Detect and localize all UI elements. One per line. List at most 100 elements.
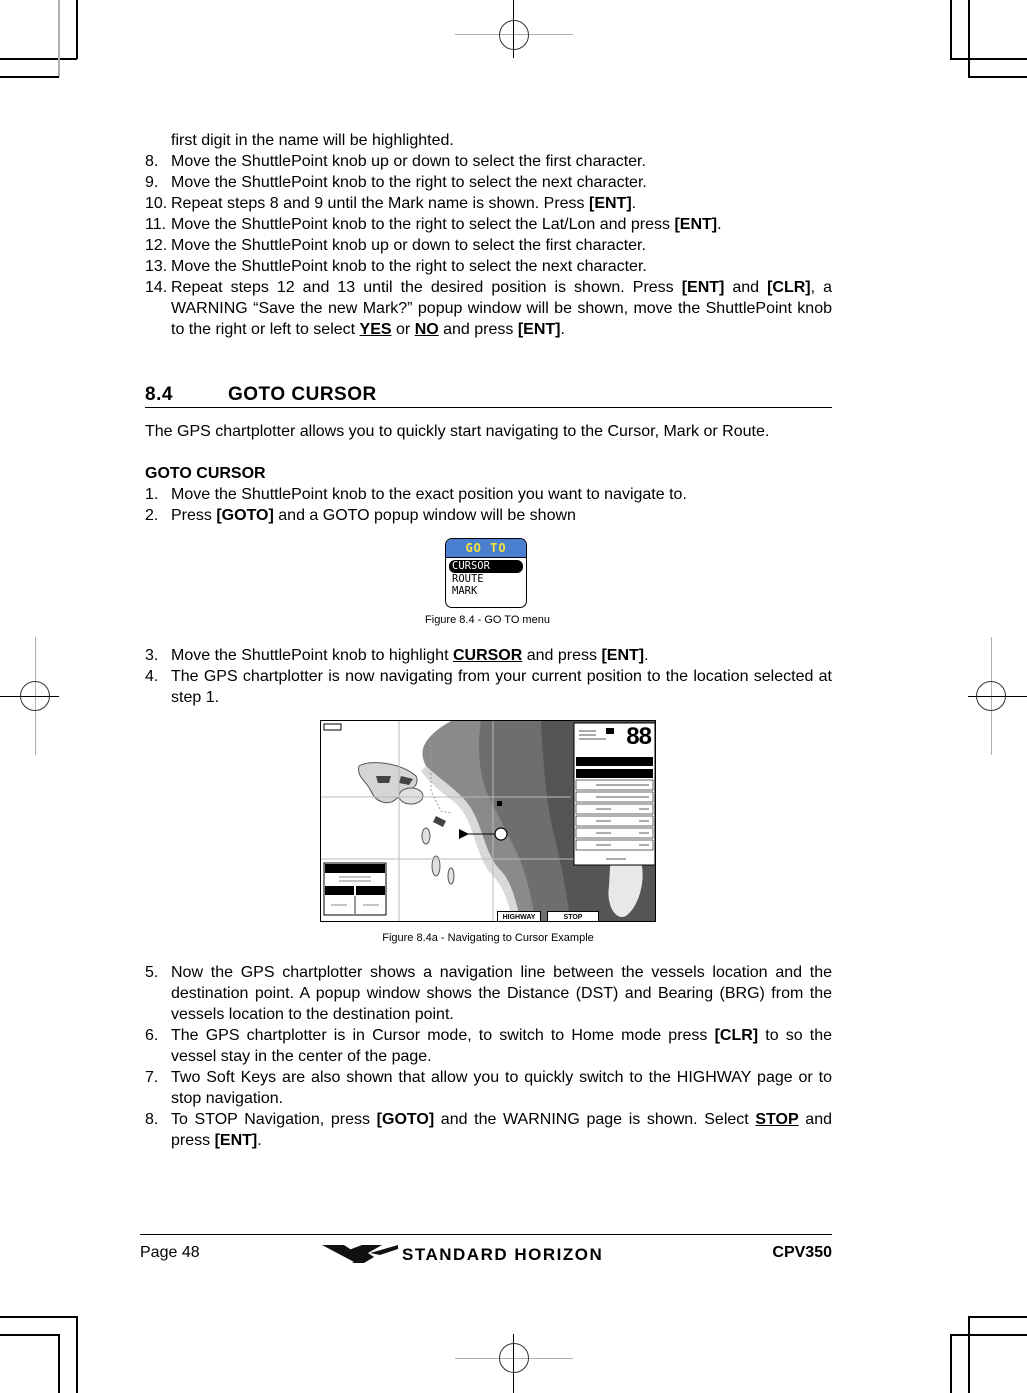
step-item: 12. Move the ShuttlePoint knob up or down… xyxy=(145,235,832,256)
step-text-run: Move the ShuttlePoint knob up or down to… xyxy=(171,237,646,254)
emphasized-option: YES xyxy=(359,321,392,338)
step-text: Move the ShuttlePoint knob to highlight … xyxy=(171,645,832,666)
step-number: 8. xyxy=(145,153,159,170)
step-item: 6. The GPS chartplotter is in Cursor mode… xyxy=(145,1025,832,1067)
step-text: Repeat steps 12 and 13 until the desired… xyxy=(171,277,832,340)
goto-menu-item-mark: MARK xyxy=(452,585,478,597)
chart-map-illustration xyxy=(321,721,655,921)
step-number: 1. xyxy=(145,486,159,503)
page-number: Page 48 xyxy=(140,1244,200,1261)
section-heading: 8.4 GOTO CURSOR xyxy=(145,384,377,406)
key-label: [GOTO] xyxy=(216,507,274,524)
step-text-run: Move the ShuttlePoint knob up or down to… xyxy=(171,153,646,170)
step-number: 5. xyxy=(145,964,159,981)
step-text-run: Move the ShuttlePoint knob to the right … xyxy=(171,258,647,275)
step-text: Two Soft Keys are also shown that allow … xyxy=(171,1067,832,1109)
step-text-run: . xyxy=(717,216,722,233)
step-item: 10. Repeat steps 8 and 9 until the Mark n… xyxy=(145,193,832,214)
step-item: 9. Move the ShuttlePoint knob to the righ… xyxy=(145,172,832,193)
emphasized-option: NO xyxy=(414,321,439,338)
brand-name: STANDARD HORIZON xyxy=(402,1245,604,1264)
key-label: [ENT] xyxy=(674,216,718,233)
step-item: 3. Move the ShuttlePoint knob to highligh… xyxy=(145,645,832,666)
model-number: CPV350 xyxy=(772,1244,832,1261)
step-text-run: Move the ShuttlePoint knob to the right … xyxy=(171,216,675,233)
key-label: [GOTO] xyxy=(376,1111,435,1128)
step-text: The GPS chartplotter is in Cursor mode, … xyxy=(171,1025,832,1067)
step-text-run: and the WARNING page is shown. Select xyxy=(434,1111,756,1128)
step-item: 14. Repeat steps 12 and 13 until the desi… xyxy=(145,277,832,340)
step-item: 8. Move the ShuttlePoint knob up or down … xyxy=(145,151,832,172)
key-label: [ENT] xyxy=(589,195,632,212)
step-number: 14. xyxy=(145,279,168,296)
subheading: GOTO CURSOR xyxy=(145,465,266,482)
step-text: Move the ShuttlePoint knob to the exact … xyxy=(171,484,832,505)
section-number: 8.4 xyxy=(145,384,173,405)
step-number: 9. xyxy=(145,174,159,191)
key-label: [ENT] xyxy=(681,279,725,296)
section-intro: The GPS chartplotter allows you to quick… xyxy=(145,423,770,440)
step-text-run: Repeat steps 8 and 9 until the Mark name… xyxy=(171,195,589,212)
emphasized-option: STOP xyxy=(755,1111,799,1128)
step-text-run: . xyxy=(560,321,565,338)
readout-88: 88 xyxy=(626,723,652,750)
step-text: Now the GPS chartplotter shows a navigat… xyxy=(171,962,832,1025)
key-label: [CLR] xyxy=(714,1027,759,1044)
map-figure: 88 HIGHWAY STOP xyxy=(320,720,656,922)
step-number: 10. xyxy=(145,195,168,212)
step-text: Move the ShuttlePoint knob to the right … xyxy=(171,172,832,193)
key-label: [ENT] xyxy=(601,647,645,664)
goto-menu-item-route: ROUTE xyxy=(452,572,484,585)
step-text: Press [GOTO] and a GOTO popup window wil… xyxy=(171,505,832,526)
key-label: [CLR] xyxy=(767,279,811,296)
figure-caption-8-4a: Figure 8.4a - Navigating to Cursor Examp… xyxy=(382,932,594,944)
step-text-run: . xyxy=(631,195,637,212)
step-text: Move the ShuttlePoint knob to the right … xyxy=(171,256,832,277)
step-text: The GPS chartplotter is now navigating f… xyxy=(171,666,832,708)
figure-caption-8-4: Figure 8.4 - GO TO menu xyxy=(425,614,550,626)
step-text-run: . xyxy=(257,1132,262,1149)
step-number: 2. xyxy=(145,507,159,524)
brand-logo-icon xyxy=(322,1245,398,1263)
softkey-stop: STOP xyxy=(547,911,599,921)
step-text-run: Repeat steps 12 and 13 until the desired… xyxy=(171,279,682,296)
step-number: 7. xyxy=(145,1069,159,1086)
step-text-run: Move the ShuttlePoint knob to highlight xyxy=(171,647,453,664)
softkey-highway: HIGHWAY xyxy=(497,911,541,921)
step-number: 4. xyxy=(145,668,159,685)
step-text-run: . xyxy=(644,647,649,664)
step-item: 8. To STOP Navigation, press [GOTO] and t… xyxy=(145,1109,832,1151)
section-title: GOTO CURSOR xyxy=(228,384,377,405)
step-text-run: Press xyxy=(171,507,217,524)
step-item: 7. Two Soft Keys are also shown that allo… xyxy=(145,1067,832,1109)
step-text: To STOP Navigation, press [GOTO] and the… xyxy=(171,1109,832,1151)
goto-menu-item-cursor: CURSOR xyxy=(449,560,523,573)
section-rule xyxy=(145,407,832,408)
step-text-run: The GPS chartplotter is in Cursor mode, … xyxy=(171,1027,715,1044)
step-number: 3. xyxy=(145,647,159,664)
emphasized-option: CURSOR xyxy=(452,647,523,664)
step-text: Move the ShuttlePoint knob to the right … xyxy=(171,214,832,235)
step-text-run: or xyxy=(391,321,415,338)
step-text: Move the ShuttlePoint knob up or down to… xyxy=(171,235,832,256)
goto-menu-title: GO TO xyxy=(446,539,526,558)
goto-menu-figure: GO TO CURSOR ROUTE MARK xyxy=(445,538,527,608)
step-item: 1. Move the ShuttlePoint knob to the exac… xyxy=(145,484,832,505)
step-number: 13. xyxy=(145,258,168,275)
step-text: Move the ShuttlePoint knob up or down to… xyxy=(171,151,832,172)
step-item: 4. The GPS chartplotter is now navigating… xyxy=(145,666,832,708)
step-number: 8. xyxy=(145,1111,159,1128)
step-item: 2. Press [GOTO] and a GOTO popup window w… xyxy=(145,505,832,526)
step-number: 12. xyxy=(145,237,168,254)
step-text-run: and xyxy=(724,279,768,296)
step-item: 5. Now the GPS chartplotter shows a navig… xyxy=(145,962,832,1025)
step-text-run: Now the GPS chartplotter shows a navigat… xyxy=(171,964,832,1023)
step-text-run: Move the ShuttlePoint knob to the right … xyxy=(171,174,647,191)
footer-rule xyxy=(140,1234,832,1235)
step-item: 13. Move the ShuttlePoint knob to the rig… xyxy=(145,256,832,277)
step-text-run: The GPS chartplotter is now navigating f… xyxy=(171,668,832,706)
step-item: 11. Move the ShuttlePoint knob to the rig… xyxy=(145,214,832,235)
step-text-run: To STOP Navigation, press xyxy=(171,1111,377,1128)
step-text-run: Move the ShuttlePoint knob to the exact … xyxy=(171,486,687,503)
step-text-run: and press xyxy=(438,321,518,338)
